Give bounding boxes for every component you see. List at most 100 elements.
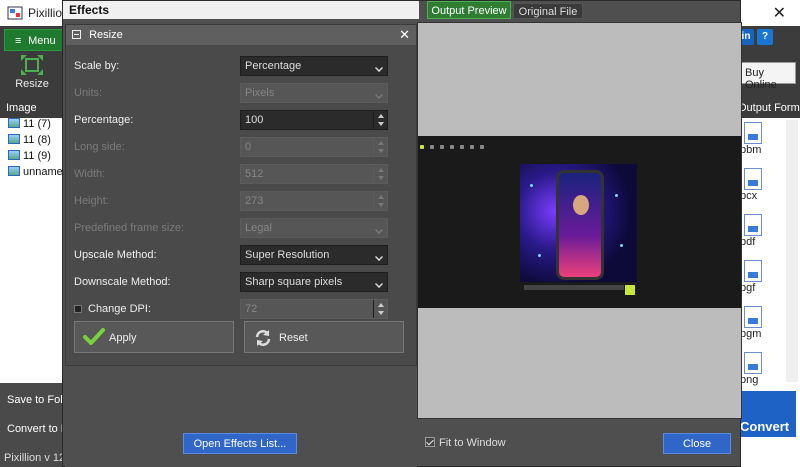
predefined-frame-value: Legal [245, 222, 272, 234]
buy-online-button[interactable]: Buy Online [740, 62, 796, 91]
long-side-stepper: 0 [240, 137, 388, 157]
width-label: Width: [74, 168, 106, 180]
convert-label: Convert [740, 419, 790, 434]
preview-photo [520, 164, 637, 282]
reset-label: Reset [279, 332, 308, 344]
collapse-icon[interactable] [72, 30, 81, 39]
file-icon [744, 352, 762, 374]
height-label: Height: [74, 195, 109, 207]
image-list-item[interactable]: unnamed [0, 166, 69, 182]
effects-dialog: Effects Resize ✕ Scale by: Percentage Un… [62, 0, 742, 467]
tab-original-file[interactable]: Original File [513, 3, 583, 19]
dpi-stepper: 72 [240, 299, 388, 319]
app-logo-icon [7, 6, 23, 20]
sparkle [620, 244, 623, 247]
format-item-pdf[interactable]: pdf [740, 214, 790, 248]
predefined-frame-row: Predefined frame size: Legal [74, 218, 404, 238]
preview-lime-button [625, 285, 635, 295]
menu-label: Menu [28, 35, 56, 47]
effects-body: Resize ✕ Scale by: Percentage Units: Pix… [65, 19, 417, 467]
image-list-panel: Image 11 (7) 11 (8) 11 (9) unnamed [0, 98, 69, 383]
preview-caption-bar [524, 285, 624, 290]
image-name: 11 (9) [23, 150, 51, 162]
fit-to-window-checkbox[interactable]: Fit to Window [425, 437, 506, 449]
resize-icon [21, 55, 43, 75]
change-dpi-checkbox[interactable] [74, 305, 82, 313]
image-list-item[interactable]: 11 (7) [0, 118, 62, 134]
preview-dot [470, 145, 474, 149]
downscale-method-value: Sharp square pixels [245, 276, 343, 288]
format-label: pbm [740, 144, 762, 156]
remove-effect-icon[interactable]: ✕ [399, 27, 410, 43]
scale-by-row: Scale by: Percentage [74, 56, 404, 76]
format-label: png [740, 374, 759, 386]
long-side-label: Long side: [74, 141, 125, 153]
spinner-arrows-icon[interactable] [373, 111, 387, 129]
resize-panel-title: Resize [89, 29, 123, 41]
format-item-pbm[interactable]: pbm [740, 122, 790, 156]
chevron-down-icon [374, 222, 384, 234]
preview-dot [460, 145, 464, 149]
preview-dot [480, 145, 484, 149]
percentage-value: 100 [245, 114, 264, 126]
resize-effect-panel: Resize ✕ Scale by: Percentage Units: Pix… [65, 24, 417, 366]
preview-screenshot-toolbar [420, 140, 520, 149]
image-icon [8, 166, 20, 176]
spinner-arrows-icon [373, 192, 387, 210]
change-dpi-label[interactable]: Change DPI: [74, 303, 151, 315]
open-effects-list-button[interactable]: Open Effects List... [183, 433, 297, 454]
percentage-stepper[interactable]: 100 [240, 110, 388, 130]
phone-shape [556, 170, 604, 280]
sparkle [530, 184, 533, 187]
units-label: Units: [74, 87, 103, 99]
format-item-pgf[interactable]: pgf [740, 260, 790, 294]
percentage-label: Percentage: [74, 114, 134, 126]
apply-button[interactable]: Apply [74, 321, 234, 353]
preview-dot [450, 145, 454, 149]
downscale-method-select[interactable]: Sharp square pixels [240, 272, 388, 292]
image-column-header[interactable]: Image [0, 98, 62, 118]
chevron-down-icon [374, 87, 384, 99]
height-row: Height: 273 [74, 191, 404, 211]
height-value: 273 [245, 195, 264, 207]
apply-label: Apply [109, 332, 137, 344]
tab-output-preview[interactable]: Output Preview [427, 1, 511, 19]
units-value: Pixels [245, 87, 275, 99]
preview-dot [420, 145, 424, 149]
width-value: 512 [245, 168, 264, 180]
predefined-frame-label: Predefined frame size: [74, 222, 185, 234]
format-item-pgm[interactable]: pgm [740, 306, 790, 340]
units-row: Units: Pixels [74, 83, 404, 103]
app-close-icon[interactable]: ✕ [773, 3, 786, 23]
scale-by-select[interactable]: Percentage [240, 56, 388, 76]
menu-button[interactable]: ≡ Menu [4, 29, 64, 51]
upscale-method-select[interactable]: Super Resolution [240, 245, 388, 265]
file-icon [744, 122, 762, 144]
checkbox-checked-icon[interactable] [425, 437, 435, 447]
reset-button[interactable]: Reset [244, 321, 404, 353]
image-name: 11 (8) [23, 134, 51, 146]
linkedin-icon[interactable]: ? [757, 29, 773, 45]
long-side-value: 0 [245, 141, 252, 153]
change-dpi-text: Change DPI: [88, 303, 151, 315]
file-icon [744, 168, 762, 190]
image-icon [8, 150, 20, 160]
image-list-item[interactable]: 11 (8) [0, 134, 62, 150]
image-list-item[interactable]: 11 (9) [0, 150, 62, 166]
close-button[interactable]: Close [663, 433, 731, 454]
format-item-pcx[interactable]: pcx [740, 168, 790, 202]
upscale-method-label: Upscale Method: [74, 249, 157, 261]
file-icon [744, 306, 762, 328]
file-icon [744, 214, 762, 236]
resize-panel-header[interactable]: Resize ✕ [66, 25, 416, 45]
change-dpi-row: Change DPI: 72 [74, 299, 404, 319]
format-scrollbar[interactable] [786, 120, 798, 382]
resize-tool-button[interactable]: Resize [6, 54, 58, 90]
checkmark-icon [83, 328, 105, 345]
format-item-png[interactable]: png [740, 352, 790, 386]
image-icon [8, 118, 20, 128]
image-icon [8, 134, 20, 144]
convert-button[interactable]: Convert [738, 391, 796, 437]
fit-to-window-label: Fit to Window [439, 437, 506, 449]
width-stepper: 512 [240, 164, 388, 184]
